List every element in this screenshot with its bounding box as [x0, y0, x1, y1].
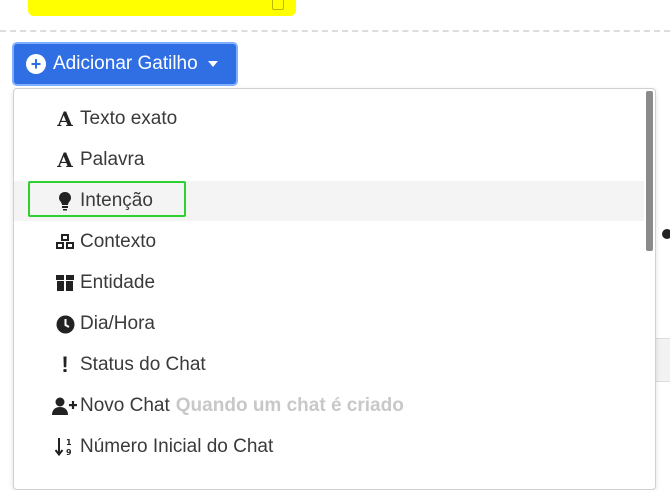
user-plus-icon	[50, 397, 80, 415]
menu-item-intencao[interactable]: Intenção	[14, 181, 644, 221]
menu-item-label: Status do Chat	[80, 354, 206, 375]
trigger-dropdown-menu: A Texto exato A Palavra Intenção Context…	[13, 88, 656, 490]
menu-item-label: Novo Chat	[80, 395, 170, 416]
menu-item-label: Texto exato	[80, 108, 178, 129]
exclamation-icon: !	[61, 352, 69, 377]
menu-item-texto-exato[interactable]: A Texto exato	[14, 99, 644, 139]
background-row	[654, 338, 670, 382]
menu-item-hint: Quando um chat é criado	[175, 395, 404, 416]
text-a-icon: A	[57, 107, 73, 131]
sort-numeric-icon: 1 9	[50, 437, 80, 457]
chip-icon[interactable]	[272, 0, 284, 10]
menu-item-numero-inicial[interactable]: 1 9 Número Inicial do Chat	[14, 427, 644, 467]
menu-item-label: Contexto	[80, 231, 157, 252]
box-icon	[50, 274, 80, 292]
menu-item-palavra[interactable]: A Palavra	[14, 140, 644, 180]
clock-icon	[50, 315, 80, 334]
menu-item-label: Dia/Hora	[80, 313, 155, 334]
menu-item-novo-chat[interactable]: Novo Chat Quando um chat é criado	[14, 386, 644, 426]
svg-text:9: 9	[66, 448, 72, 457]
menu-item-label: Entidade	[80, 272, 156, 293]
lightbulb-icon	[50, 191, 80, 211]
text-a-icon: A	[57, 148, 73, 172]
menu-item-entidade[interactable]: Entidade	[14, 263, 644, 303]
trigger-chip[interactable]	[28, 0, 296, 16]
menu-item-label: Palavra	[80, 149, 145, 170]
add-trigger-label: Adicionar Gatilho	[53, 53, 198, 74]
menu-item-label: Intenção	[80, 190, 153, 211]
background-dot-icon	[662, 229, 670, 239]
menu-item-label: Número Inicial do Chat	[80, 436, 274, 457]
add-trigger-button[interactable]: + Adicionar Gatilho	[12, 42, 238, 86]
caret-down-icon	[207, 61, 218, 67]
previous-trigger-card	[0, 0, 670, 32]
svg-text:1: 1	[66, 438, 72, 447]
menu-item-contexto[interactable]: Contexto	[14, 222, 644, 262]
menu-item-status-do-chat[interactable]: ! Status do Chat	[14, 345, 644, 385]
plus-circle-icon: +	[26, 54, 46, 74]
menu-scrollbar[interactable]	[646, 91, 653, 251]
menu-item-dia-hora[interactable]: Dia/Hora	[14, 304, 644, 344]
cubes-icon	[50, 233, 80, 251]
